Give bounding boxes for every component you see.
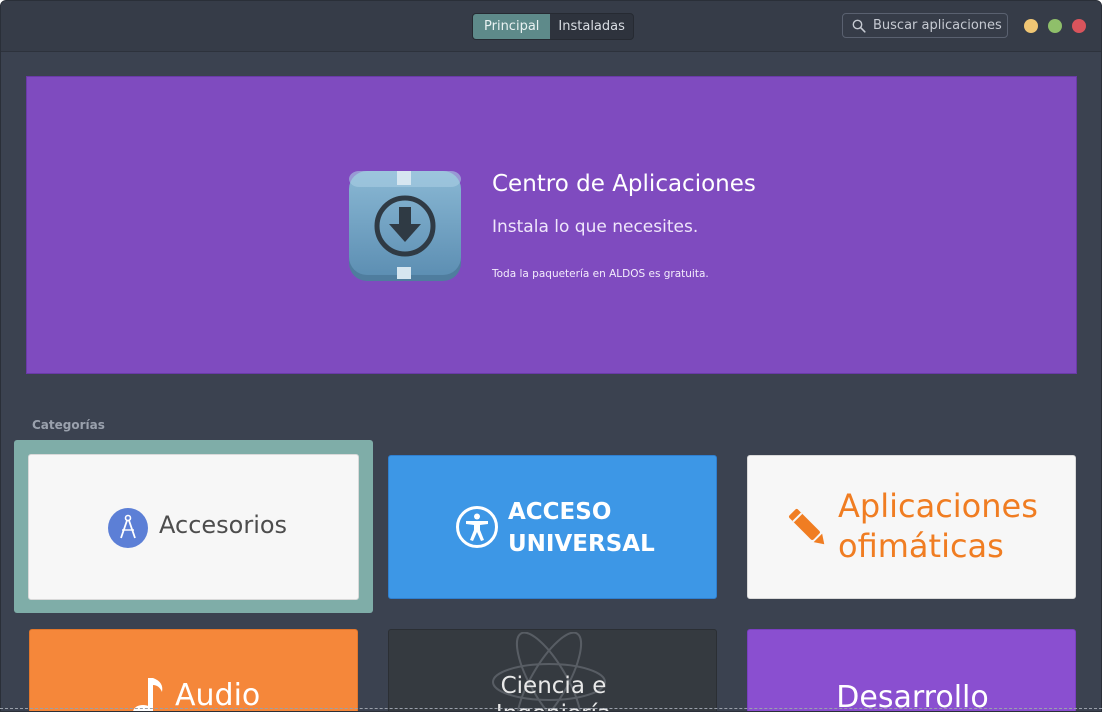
music-note-icon xyxy=(133,678,163,711)
categories-header: Categorías xyxy=(32,418,105,432)
category-ofimaticas[interactable]: Aplicaciones ofimáticas xyxy=(747,455,1076,599)
banner-note: Toda la paquetería en ALDOS es gratuita. xyxy=(492,268,709,280)
close-button[interactable] xyxy=(1072,19,1086,33)
category-label-line1: ACCESO xyxy=(508,499,612,525)
category-label: ACCESO UNIVERSAL xyxy=(508,496,708,560)
window-edge xyxy=(0,708,1102,709)
header-bar: Principal Instaladas xyxy=(1,1,1101,52)
compass-icon xyxy=(108,508,148,548)
category-label: Accesorios xyxy=(159,511,288,539)
category-label: Audio xyxy=(175,678,261,712)
maximize-button[interactable] xyxy=(1048,19,1062,33)
minimize-button[interactable] xyxy=(1024,19,1038,33)
app-window: Principal Instaladas Buscar aplicaciones… xyxy=(0,0,1102,712)
accessibility-icon xyxy=(456,506,498,548)
tab-principal[interactable]: Principal xyxy=(473,14,551,39)
category-label: Ciencia e Ingeniería xyxy=(389,672,716,711)
search-input[interactable] xyxy=(873,14,1005,37)
category-label: Aplicaciones ofimáticas xyxy=(838,486,1073,566)
category-label-line2: Ingeniería xyxy=(389,700,716,711)
category-acceso-universal[interactable]: ACCESO UNIVERSAL xyxy=(388,455,717,599)
category-label-line1: Aplicaciones xyxy=(838,487,1038,525)
category-label-line1: Ciencia e xyxy=(500,673,607,699)
download-icon xyxy=(349,171,461,281)
category-accesorios[interactable]: Accesorios xyxy=(28,454,359,600)
view-switcher: Principal Instaladas xyxy=(472,13,634,40)
search-box[interactable] xyxy=(842,13,1008,38)
banner-title: Centro de Aplicaciones xyxy=(492,171,756,197)
category-ciencia[interactable]: Ciencia e Ingeniería xyxy=(388,629,717,711)
category-desarrollo[interactable]: Desarrollo xyxy=(747,629,1076,711)
category-label-line2: ofimáticas xyxy=(838,527,1004,565)
pencil-icon xyxy=(789,509,825,545)
featured-banner[interactable]: Centro de Aplicaciones Instala lo que ne… xyxy=(26,76,1077,374)
category-audio[interactable]: Audio xyxy=(29,629,358,712)
search-icon xyxy=(852,19,866,33)
banner-subtitle: Instala lo que necesites. xyxy=(492,217,699,237)
tab-instaladas[interactable]: Instaladas xyxy=(550,14,632,39)
category-label-line2: UNIVERSAL xyxy=(508,531,655,557)
